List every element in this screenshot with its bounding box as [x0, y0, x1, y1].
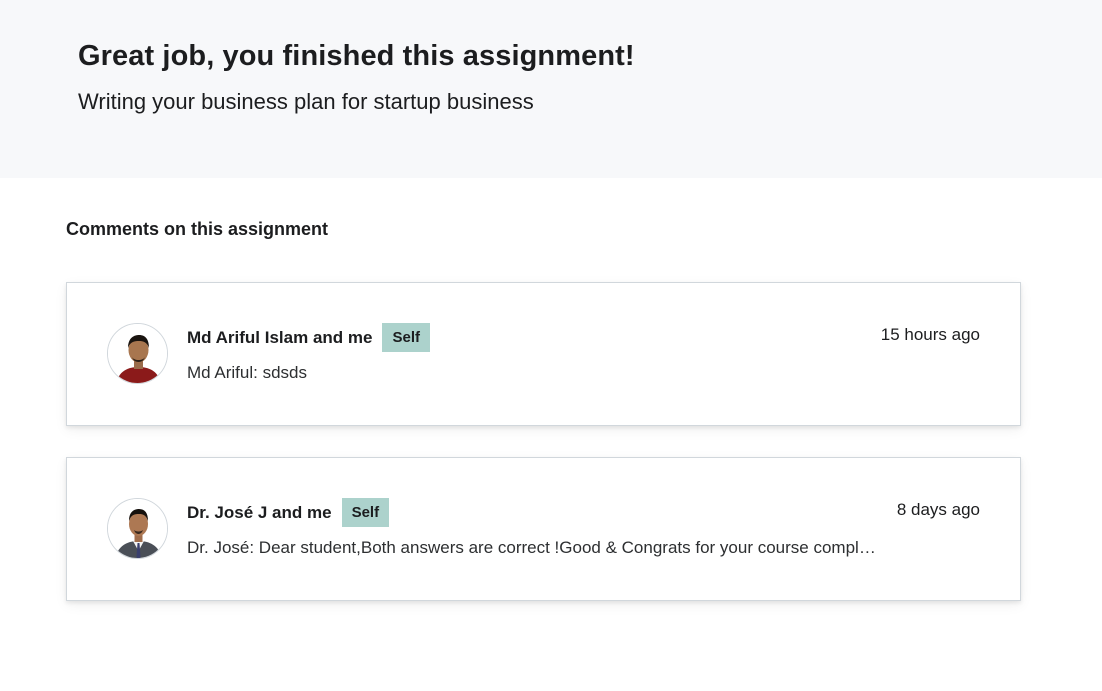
comment-timestamp: 15 hours ago [880, 325, 980, 344]
avatar [107, 323, 168, 384]
comment-preview: Md Ariful: sdsds [187, 363, 307, 382]
comment-author-row: Dr. José J and me Self [187, 498, 390, 527]
comment-thread-card[interactable]: Md Ariful Islam and me Self 15 hours ago… [66, 282, 1021, 426]
comment-timestamp: 8 days ago [896, 500, 980, 519]
self-badge: Self [341, 498, 390, 527]
comment-thread-card[interactable]: Dr. José J and me Self 8 days ago Dr. Jo… [66, 457, 1021, 601]
comment-author: Dr. José J and me [187, 502, 332, 522]
self-badge: Self [382, 323, 430, 352]
assignment-name: Writing your business plan for startup b… [78, 89, 534, 114]
page-title: Great job, you finished this assignment! [78, 40, 635, 72]
assignment-complete-banner: Great job, you finished this assignment!… [0, 0, 1102, 178]
comments-heading: Comments on this assignment [66, 219, 329, 239]
user-avatar-icon [108, 324, 167, 383]
user-avatar-icon [108, 499, 167, 558]
comment-author: Md Ariful Islam and me [187, 327, 373, 347]
comment-author-row: Md Ariful Islam and me Self [187, 323, 430, 352]
comment-preview: Dr. José: Dear student,Both answers are … [187, 538, 877, 557]
avatar [107, 498, 168, 559]
